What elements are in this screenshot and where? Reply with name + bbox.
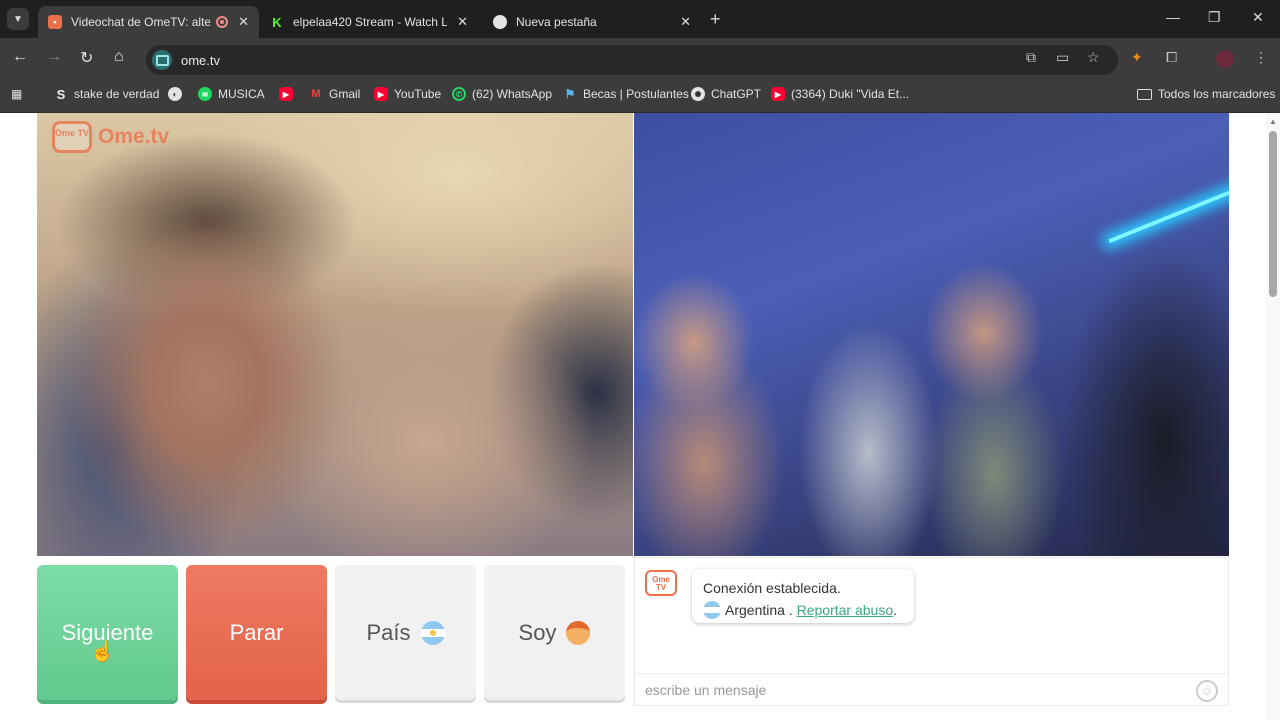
menu-kebab-icon[interactable]: ⋮ [1254, 49, 1268, 66]
tab-ometv[interactable]: ▪ Videochat de OmeTV: altern ✕ [38, 6, 259, 38]
whatsapp-icon: ✆ [452, 87, 466, 101]
boy-face-icon [566, 620, 591, 645]
back-button[interactable]: ← [12, 48, 28, 66]
extensions-puzzle-icon[interactable]: ⧠ [1166, 49, 1177, 66]
home-button[interactable]: ⌂ [114, 48, 124, 66]
ometv-page: Ome TV Ome.tv Siguiente Parar País Soy ☝… [0, 113, 1280, 720]
bookmark-gmail[interactable]: M Gmail [309, 87, 360, 101]
bookmark-youtube-unnamed[interactable]: ▶ [279, 87, 299, 101]
forward-button[interactable]: → [46, 48, 62, 66]
extension-icon[interactable]: ✦ [1131, 49, 1143, 66]
minimize-button[interactable]: — [1166, 9, 1180, 25]
all-bookmarks-folder[interactable]: Todos los marcadores [1137, 87, 1275, 101]
bookmark-stake[interactable]: Sstake de verdad [54, 86, 160, 102]
gmail-icon: M [309, 87, 323, 101]
report-abuse-link[interactable]: Reportar abuso [797, 602, 894, 618]
ometv-logo: Ome TV Ome.tv [52, 121, 169, 153]
bookmark-duki[interactable]: ▶ (3364) Duki "Vida Et... [771, 87, 909, 101]
bookmarks-bar: ▦ Sstake de verdad ◐ ≋ MUSICA ▶ M Gmail ▶ Y… [0, 80, 1280, 113]
new-tab-button[interactable]: + [710, 9, 721, 30]
stop-button[interactable]: Parar [186, 565, 327, 700]
profile-avatar[interactable] [1216, 50, 1234, 68]
ometv-favicon-icon: ▪ [48, 15, 62, 29]
argentina-flag-icon [703, 601, 721, 619]
chatgpt-icon: ✺ [691, 87, 705, 101]
folder-icon [1137, 88, 1152, 100]
tab-new-tab[interactable]: Nueva pestaña ✕ [483, 6, 701, 38]
bookmark-musica[interactable]: ≋ MUSICA [198, 87, 265, 101]
youtube-icon: ▶ [374, 87, 388, 101]
bookmark-chatgpt[interactable]: ✺ ChatGPT [691, 87, 761, 101]
bookmark-youtube[interactable]: ▶ YouTube [374, 87, 441, 101]
country-filter-button[interactable]: País [335, 565, 476, 700]
bookmark-whatsapp[interactable]: ✆ (62) WhatsApp [452, 87, 552, 101]
local-camera-video: Ome TV Ome.tv [37, 113, 633, 556]
install-app-icon[interactable]: ▭ [1056, 49, 1069, 66]
kick-favicon-icon: K [270, 15, 284, 30]
tab-strip: ▼ ▪ Videochat de OmeTV: altern ✕ K elpel… [0, 0, 1280, 38]
youtube-icon: ▶ [279, 87, 293, 101]
reload-button[interactable]: ↻ [80, 48, 93, 68]
recording-icon [216, 16, 229, 28]
close-tab-icon[interactable]: ✕ [457, 14, 468, 30]
youtube-icon: ▶ [771, 87, 785, 101]
ometv-tv-icon: Ome TV [52, 121, 92, 153]
close-tab-icon[interactable]: ✕ [238, 14, 249, 30]
remote-partner-video [634, 113, 1229, 556]
tab-kick-stream[interactable]: K elpelaa420 Stream - Watch Live ✕ [260, 6, 478, 38]
bookmark-star-icon[interactable]: ☆ [1087, 49, 1100, 66]
emoji-icon[interactable]: ☺ [1196, 680, 1218, 702]
hand-cursor-icon: ☝ [90, 641, 115, 663]
site-info-icon[interactable] [152, 50, 172, 70]
page-scrollbar[interactable]: ▲ [1266, 113, 1280, 720]
argentina-flag-icon [420, 620, 445, 645]
scrollbar-thumb[interactable] [1269, 131, 1277, 297]
chrome-favicon-icon [493, 15, 507, 29]
system-message-bubble: Conexión establecida. Argentina . Report… [692, 569, 914, 623]
ometv-chat-avatar-icon: Ome TV [645, 570, 677, 596]
maximize-button[interactable]: ❐ [1208, 9, 1221, 26]
scroll-up-icon[interactable]: ▲ [1269, 117, 1277, 126]
address-bar[interactable]: ome.tv [146, 45, 1118, 75]
close-window-button[interactable]: ✕ [1252, 9, 1264, 26]
next-button[interactable]: Siguiente [37, 565, 178, 700]
spotify-icon: ≋ [198, 87, 212, 101]
close-tab-icon[interactable]: ✕ [680, 14, 691, 30]
bookmark-globe[interactable]: ◐ [168, 87, 188, 101]
tab-search-button[interactable]: ▼ [7, 8, 29, 30]
globe-icon: ◐ [168, 87, 182, 101]
message-input[interactable]: escribe un mensaje ☺ [635, 673, 1228, 705]
translate-icon[interactable]: ⧉ [1026, 49, 1036, 66]
stake-icon: S [56, 86, 66, 102]
led-light-strip [1108, 186, 1229, 244]
apps-grid-icon[interactable]: ▦ [11, 87, 22, 101]
gender-select-button[interactable]: Soy [484, 565, 625, 700]
chat-panel: Ome TV Conexión establecida. Argentina .… [634, 557, 1229, 706]
becas-icon: ⚑ [564, 87, 576, 101]
bookmark-becas[interactable]: ⚑ Becas | Postulantes [563, 87, 689, 101]
